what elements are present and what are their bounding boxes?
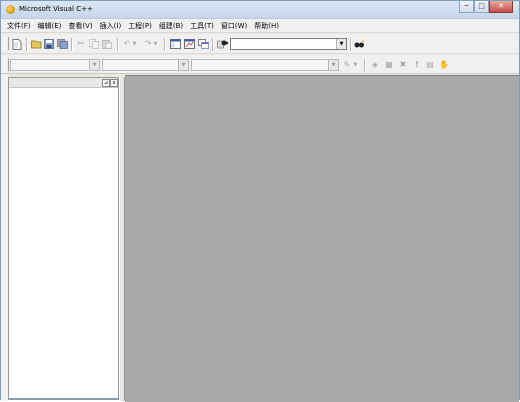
copy-icon[interactable] [88, 38, 100, 50]
toolbar-separator [164, 38, 166, 51]
pin-icon[interactable]: ⊿ [102, 79, 110, 87]
class-combo-dropdown-icon[interactable]: ▼ [89, 60, 99, 70]
main-window: Microsoft Visual C++ ─ □ ✕ 文件(F) 编辑(E) 查… [0, 0, 520, 402]
save-icon[interactable] [43, 38, 55, 50]
hand-icon[interactable]: ✋ [438, 59, 450, 71]
panel-close-icon[interactable]: x [110, 79, 118, 87]
toolbar-separator [212, 38, 214, 51]
find-combo[interactable]: ▼ [230, 38, 347, 50]
mdi-client-area[interactable] [125, 75, 519, 402]
workspace-icon[interactable] [169, 38, 181, 50]
menu-view[interactable]: 查看(V) [68, 21, 92, 31]
wizard-action-dropdown-icon[interactable]: ▼ [352, 59, 359, 71]
close-button[interactable]: ✕ [489, 1, 513, 13]
open-folder-icon[interactable] [30, 38, 42, 50]
maximize-button[interactable]: □ [474, 1, 489, 13]
cut-icon[interactable]: ✂ [75, 38, 87, 50]
find-combo-dropdown-icon[interactable]: ▼ [336, 39, 346, 49]
left-dock-margin [1, 74, 8, 401]
build-icon[interactable]: ▦ [383, 59, 395, 71]
execute-icon[interactable]: ! [411, 59, 423, 71]
find-in-files-icon[interactable] [216, 38, 228, 50]
toolbar-separator [350, 38, 352, 51]
toolbar-separator [364, 59, 366, 72]
toolbar-grip[interactable] [4, 58, 9, 71]
close-icon: ✕ [498, 2, 504, 10]
save-all-icon[interactable] [56, 38, 68, 50]
toolbar-grip[interactable] [4, 37, 9, 50]
members-combo[interactable]: ▼ [191, 59, 339, 71]
visual-cpp-app-icon[interactable] [6, 5, 15, 14]
menu-insert[interactable]: 插入(I) [100, 21, 122, 31]
wizard-toolbar: ▼ ▼ ▼ ✎ ▼ ◈ ▦ ✖ ! ▤ ✋ [1, 55, 519, 74]
filter-combo[interactable]: ▼ [102, 59, 189, 71]
windows-list-icon[interactable] [197, 38, 209, 50]
menu-edit[interactable]: 编辑(E) [38, 21, 62, 31]
workspace-pane-header[interactable]: ⊿ x [9, 78, 118, 88]
title-bar[interactable]: Microsoft Visual C++ ─ □ ✕ [1, 1, 519, 19]
menu-project[interactable]: 工程(P) [128, 21, 152, 31]
maximize-icon: □ [478, 2, 485, 10]
redo-dropdown-icon[interactable]: ▼ [152, 38, 159, 50]
standard-toolbar: ✂ ↶ ▼ ↷ ▼ ▼ [1, 34, 519, 54]
members-combo-dropdown-icon[interactable]: ▼ [328, 60, 338, 70]
compile-icon[interactable]: ◈ [369, 59, 381, 71]
menu-file[interactable]: 文件(F) [7, 21, 31, 31]
go-icon[interactable]: ▤ [424, 59, 436, 71]
menu-tools[interactable]: 工具(T) [190, 21, 214, 31]
minimize-icon: ─ [464, 2, 469, 10]
menu-bar: 文件(F) 编辑(E) 查看(V) 插入(I) 工程(P) 组建(B) 工具(T… [1, 19, 519, 33]
toolbar-separator [26, 38, 28, 51]
menu-window[interactable]: 窗口(W) [221, 21, 247, 31]
stop-build-icon[interactable]: ✖ [397, 59, 409, 71]
toolbar-separator [117, 38, 119, 51]
filter-combo-dropdown-icon[interactable]: ▼ [178, 60, 188, 70]
new-text-file-icon[interactable] [11, 38, 23, 50]
menu-build[interactable]: 组建(B) [159, 21, 183, 31]
paste-icon[interactable] [101, 38, 113, 50]
undo-dropdown-icon[interactable]: ▼ [131, 38, 138, 50]
menu-help[interactable]: 帮助(H) [254, 21, 279, 31]
window-title: Microsoft Visual C++ [19, 5, 93, 13]
caption-buttons: ─ □ ✕ [459, 1, 513, 14]
toolbar-separator [71, 38, 73, 51]
find-icon[interactable] [353, 38, 365, 50]
workspace-pane[interactable]: ⊿ x [8, 77, 119, 399]
output-icon[interactable] [183, 38, 195, 50]
minimize-button[interactable]: ─ [459, 1, 474, 13]
class-combo[interactable]: ▼ [10, 59, 100, 71]
